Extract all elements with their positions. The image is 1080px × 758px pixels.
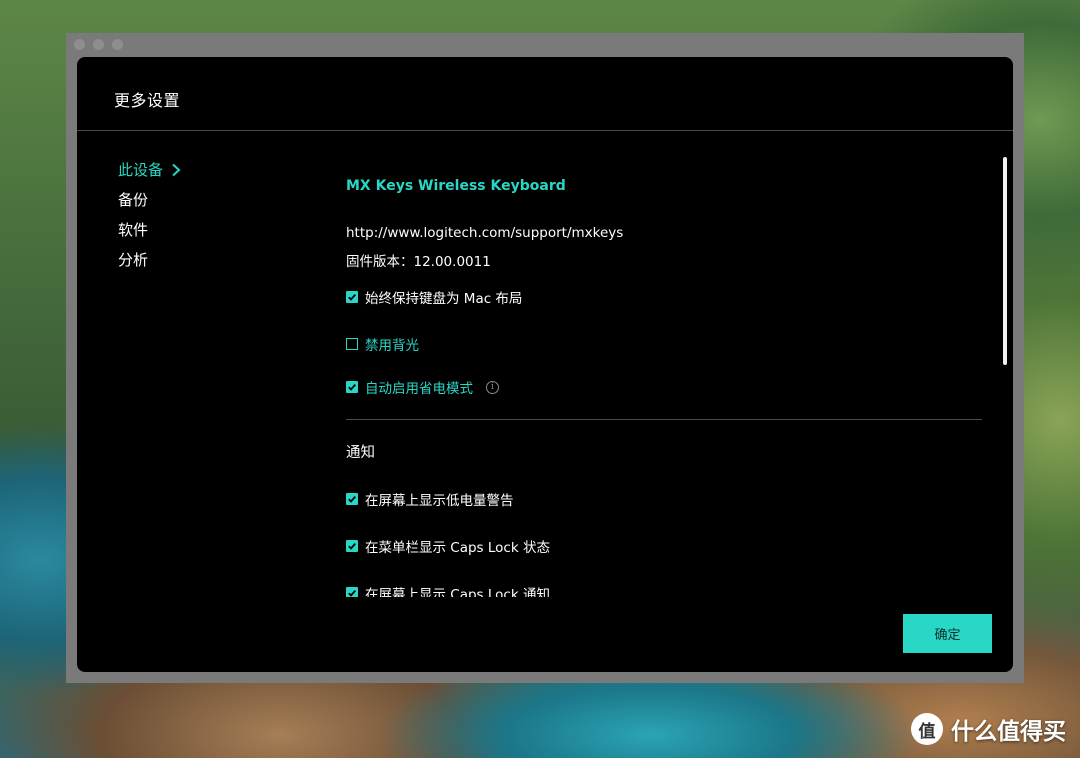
checkbox-checked[interactable] xyxy=(346,493,358,505)
sidebar-item-analytics[interactable]: 分析 xyxy=(118,245,183,275)
settings-sidebar: 此设备 备份 软件 分析 xyxy=(118,155,183,275)
sidebar-item-this-device[interactable]: 此设备 xyxy=(118,155,183,185)
checkmark-icon xyxy=(348,589,356,597)
option-mac-layout[interactable]: 始终保持键盘为 Mac 布局 xyxy=(346,287,522,307)
sidebar-item-backup[interactable]: 备份 xyxy=(118,185,183,215)
checkmark-icon xyxy=(348,383,356,391)
checkmark-icon xyxy=(348,542,356,550)
sidebar-item-label: 备份 xyxy=(118,191,149,209)
minimize-window-button[interactable] xyxy=(93,39,104,50)
option-label: 在屏幕上显示 Caps Lock 通知 xyxy=(365,587,550,597)
option-caps-lock-onscreen[interactable]: 在屏幕上显示 Caps Lock 通知 xyxy=(346,583,550,597)
option-disable-backlight[interactable]: 禁用背光 xyxy=(346,334,419,354)
checkbox-checked[interactable] xyxy=(346,291,358,303)
firmware-version: 固件版本：12.00.0011 xyxy=(346,250,491,270)
sidebar-item-software[interactable]: 软件 xyxy=(118,215,183,245)
option-label: 自动启用省电模式 xyxy=(365,381,473,397)
option-label: 禁用背光 xyxy=(365,338,419,354)
device-name: MX Keys Wireless Keyboard xyxy=(346,178,566,194)
watermark-text: 什么值得买 xyxy=(951,719,1066,745)
chevron-right-icon xyxy=(172,163,181,177)
zoom-window-button[interactable] xyxy=(112,39,123,50)
firmware-value: 12.00.0011 xyxy=(413,254,491,270)
checkmark-icon xyxy=(348,495,356,503)
support-link[interactable]: http://www.logitech.com/support/mxkeys xyxy=(346,225,623,241)
option-auto-power-saving[interactable]: 自动启用省电模式 i xyxy=(346,377,499,397)
window-controls xyxy=(74,39,123,50)
checkbox-checked[interactable] xyxy=(346,587,358,597)
close-window-button[interactable] xyxy=(74,39,85,50)
info-icon[interactable]: i xyxy=(486,380,499,394)
sidebar-item-label: 分析 xyxy=(118,251,149,269)
checkbox-unchecked[interactable] xyxy=(346,338,358,350)
checkbox-checked[interactable] xyxy=(346,540,358,552)
section-divider xyxy=(346,419,982,420)
sidebar-item-label: 软件 xyxy=(118,221,149,239)
more-settings-dialog: 更多设置 此设备 备份 软件 分析 MX Keys Wireless Keybo… xyxy=(77,57,1013,672)
site-watermark: 值 什么值得买 xyxy=(911,712,1066,746)
notifications-heading: 通知 xyxy=(346,445,375,461)
option-low-battery-warning[interactable]: 在屏幕上显示低电量警告 xyxy=(346,489,514,509)
confirm-button[interactable]: 确定 xyxy=(903,614,992,653)
scroll-viewport: MX Keys Wireless Keyboard http://www.log… xyxy=(346,175,982,597)
watermark-logo: 值 xyxy=(911,713,943,745)
sidebar-item-label: 此设备 xyxy=(118,161,164,179)
option-label: 在菜单栏显示 Caps Lock 状态 xyxy=(365,540,550,556)
option-label: 始终保持键盘为 Mac 布局 xyxy=(365,291,523,307)
option-label: 在屏幕上显示低电量警告 xyxy=(365,493,514,509)
checkbox-checked[interactable] xyxy=(346,381,358,393)
scrollbar-thumb[interactable] xyxy=(1003,157,1007,365)
firmware-label: 固件版本： xyxy=(346,254,414,270)
checkmark-icon xyxy=(348,293,356,301)
title-divider xyxy=(77,130,1013,131)
dialog-title: 更多设置 xyxy=(114,91,181,110)
option-caps-lock-menubar[interactable]: 在菜单栏显示 Caps Lock 状态 xyxy=(346,536,550,556)
